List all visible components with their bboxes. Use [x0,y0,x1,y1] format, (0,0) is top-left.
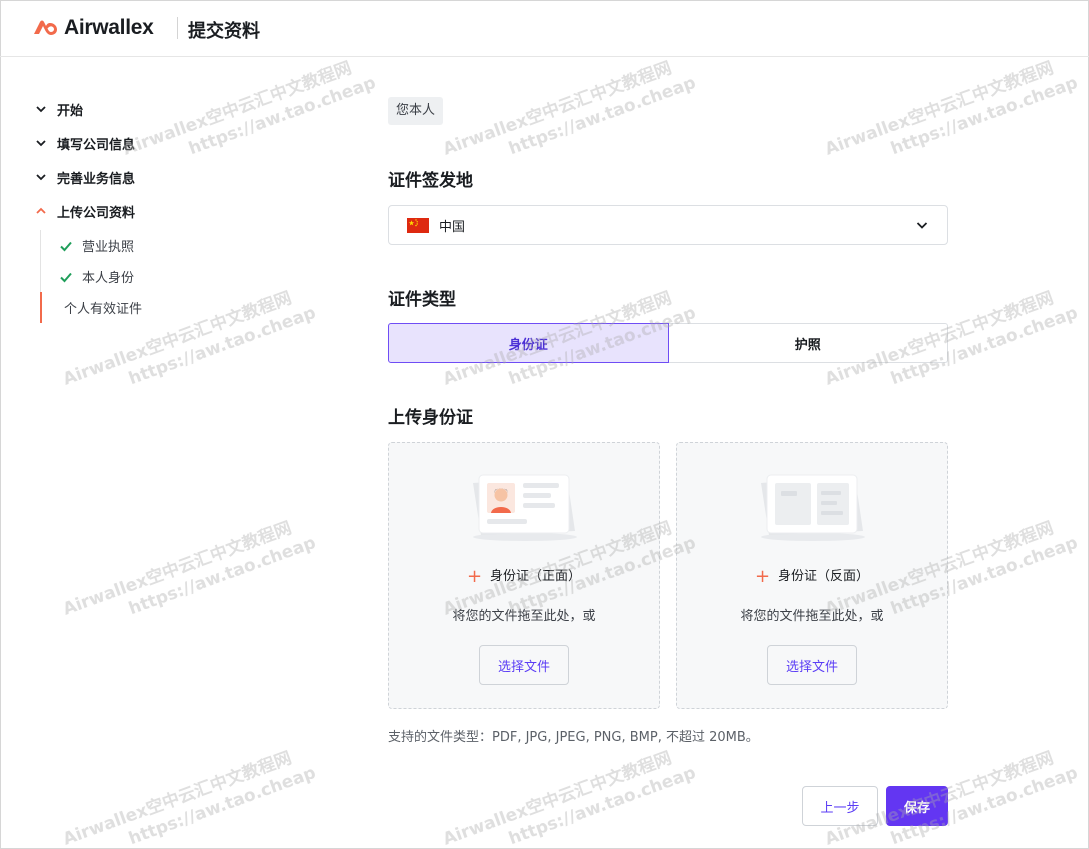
supported-file-types: 支持的文件类型：PDF, JPG, JPEG, PNG, BMP, 不超过 20… [388,730,759,745]
brand-logo[interactable]: Airwallex [32,16,154,40]
dropzone-back-label: + 身份证（反面） [754,566,870,587]
header: Airwallex 提交资料 [0,0,1089,57]
choose-file-back-button[interactable]: 选择文件 [767,645,857,685]
china-flag-icon [407,217,429,233]
sidebar-steps: 开始 填写公司信息 完善业务信息 上传公司资料 营业执照 本人身份 个人有效证件 [34,92,294,323]
issuing-place-title: 证件签发地 [388,171,473,191]
substep-list: 营业执照 本人身份 个人有效证件 [40,230,294,323]
chevron-up-icon [36,207,46,214]
sidebar-item-label: 填写公司信息 [57,137,136,153]
sidebar-item-business-info[interactable]: 完善业务信息 [34,160,294,194]
sidebar-item-start[interactable]: 开始 [34,92,294,126]
check-icon [60,241,72,251]
chevron-down-icon [36,106,46,113]
upload-title: 上传身份证 [388,408,473,428]
plus-icon: + [754,566,771,587]
sidebar-item-company-info[interactable]: 填写公司信息 [34,126,294,160]
id-type-option-passport[interactable]: 护照 [668,323,948,363]
id-card-back-illustration-icon [761,474,865,541]
dropzone-back[interactable]: + 身份证（反面） 将您的文件拖至此处，或 选择文件 [676,442,948,709]
issuing-place-value: 中国 [439,219,466,235]
chevron-down-icon [36,174,46,181]
dropzone-front[interactable]: + 身份证（正面） 将您的文件拖至此处，或 选择文件 [388,442,660,709]
issuing-place-select[interactable]: 中国 [388,205,948,245]
id-type-option-id-card[interactable]: 身份证 [388,323,669,363]
save-button[interactable]: 保存 [886,786,948,826]
id-type-title: 证件类型 [388,290,456,310]
sidebar-item-upload-docs[interactable]: 上传公司资料 [34,194,294,228]
substep-label: 营业执照 [82,240,135,255]
brand-name: Airwallex [64,16,154,39]
chevron-down-icon [36,140,46,147]
sidebar-item-label: 上传公司资料 [57,205,136,221]
dropzone-back-hint: 将您的文件拖至此处，或 [740,609,884,624]
id-type-toggle: 身份证 护照 [388,323,948,363]
person-chip: 您本人 [388,97,444,125]
page-title: 提交资料 [188,21,260,42]
sidebar-item-label: 开始 [57,103,84,119]
choose-file-front-button[interactable]: 选择文件 [479,645,569,685]
substep-personal-id-document[interactable]: 个人有效证件 [40,292,294,323]
previous-step-button[interactable]: 上一步 [802,786,878,826]
chevron-down-icon [916,222,928,229]
substep-label: 本人身份 [82,271,135,286]
check-icon [60,272,72,282]
header-divider [177,17,178,39]
airwallex-logo-icon [34,20,57,35]
dropzone-front-label: + 身份证（正面） [466,566,582,587]
plus-icon: + [466,566,483,587]
substep-personal-identity[interactable]: 本人身份 [59,261,294,292]
substep-business-license[interactable]: 营业执照 [59,230,294,261]
id-card-front-illustration-icon [473,474,577,541]
substep-label: 个人有效证件 [64,302,143,317]
dropzone-front-hint: 将您的文件拖至此处，或 [452,609,596,624]
sidebar-item-label: 完善业务信息 [57,171,136,187]
